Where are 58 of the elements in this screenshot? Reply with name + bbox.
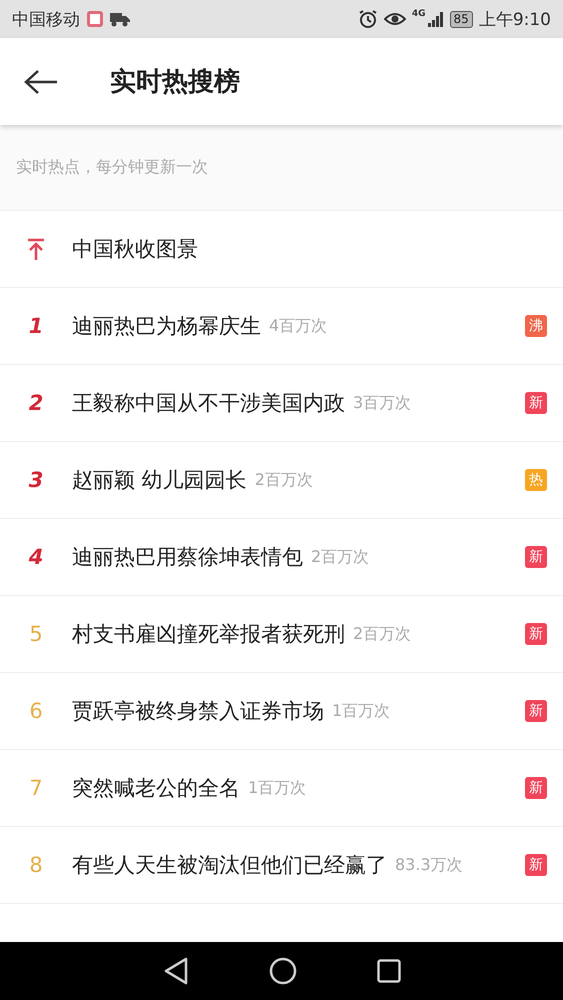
truck-icon xyxy=(110,11,130,27)
alarm-icon xyxy=(358,9,378,29)
hot-search-row[interactable]: 4 迪丽热巴用蔡徐坤表情包 2百万次 新 xyxy=(0,519,563,596)
hot-search-row[interactable]: 7 突然喊老公的全名 1百万次 新 xyxy=(0,750,563,827)
search-count: 4百万次 xyxy=(269,316,328,336)
pin-top-icon xyxy=(27,238,45,260)
hot-search-row[interactable]: 5 村支书雇凶撞死举报者获死刑 2百万次 新 xyxy=(0,596,563,673)
subtitle-text: 实时热点，每分钟更新一次 xyxy=(16,157,208,178)
search-count: 2百万次 xyxy=(311,546,370,568)
hot-search-row[interactable]: 8 有些人天生被淘汰但他们已经赢了 83.3万次 新 xyxy=(0,827,563,904)
hot-search-row[interactable]: 1 迪丽热巴为杨幂庆生 4百万次 沸 xyxy=(0,288,563,365)
hot-search-row[interactable]: 中国秋收图景 xyxy=(0,211,563,288)
tag-label: 新 xyxy=(525,777,547,799)
back-button[interactable] xyxy=(24,70,58,94)
book-icon xyxy=(86,10,104,28)
tag-label: 沸 xyxy=(525,315,547,337)
tag-label: 新 xyxy=(525,700,547,722)
search-count: 3百万次 xyxy=(353,392,412,414)
topic-link[interactable]: 有些人天生被淘汰但他们已经赢了 xyxy=(72,851,387,879)
rank-number: 3 xyxy=(28,468,44,492)
topic-link[interactable]: 村支书雇凶撞死举报者获死刑 xyxy=(72,620,345,648)
topic-link[interactable]: 贾跃亭被终身禁入证券市场 xyxy=(72,697,324,725)
tag-label: 新 xyxy=(525,392,547,414)
topic-link[interactable]: 王毅称中国从不干涉美国内政 xyxy=(72,389,345,417)
rank-number: 2 xyxy=(28,391,44,415)
hot-search-row[interactable]: 6 贾跃亭被终身禁入证券市场 1百万次 新 xyxy=(0,673,563,750)
rank-number: 7 xyxy=(29,776,43,800)
tag-label: 新 xyxy=(525,546,547,568)
topic-link[interactable]: 赵丽颖 幼儿园园长 xyxy=(72,466,247,494)
signal-icon xyxy=(428,11,444,27)
back-nav-button[interactable] xyxy=(162,957,188,985)
search-count: 2百万次 xyxy=(353,624,412,644)
hot-search-row[interactable]: 2 王毅称中国从不干涉美国内政 3百万次 新 xyxy=(0,365,563,442)
recents-nav-button[interactable] xyxy=(376,959,400,983)
rank-number: 5 xyxy=(29,622,43,646)
page-title: 实时热搜榜 xyxy=(110,66,240,99)
hot-search-row[interactable]: 3 赵丽颖 幼儿园园长 2百万次 热 xyxy=(0,442,563,519)
rank-number: 4 xyxy=(28,545,44,569)
eye-icon xyxy=(384,11,406,27)
battery-level: 85 xyxy=(450,10,473,28)
topic-link[interactable]: 突然喊老公的全名 xyxy=(72,774,240,802)
search-count: 2百万次 xyxy=(254,470,313,490)
rank-number: 1 xyxy=(28,314,44,338)
rank-number: 6 xyxy=(29,699,43,723)
home-nav-button[interactable] xyxy=(268,957,296,985)
topic-link[interactable]: 迪丽热巴用蔡徐坤表情包 xyxy=(72,543,303,571)
search-count: 1百万次 xyxy=(248,778,306,798)
tag-label: 热 xyxy=(525,469,547,491)
network-type: 4G xyxy=(412,9,426,19)
tag-label: 新 xyxy=(525,854,547,876)
tag-label: 新 xyxy=(525,623,547,645)
topic-link[interactable]: 迪丽热巴为杨幂庆生 xyxy=(72,312,261,340)
carrier-name: 中国移动 xyxy=(12,8,80,30)
search-count: 83.3万次 xyxy=(395,854,463,876)
topic-link[interactable]: 中国秋收图景 xyxy=(72,235,198,263)
clock-time: 上午9:10 xyxy=(478,8,551,30)
search-count: 1百万次 xyxy=(332,700,390,722)
rank-number: 8 xyxy=(29,853,43,877)
